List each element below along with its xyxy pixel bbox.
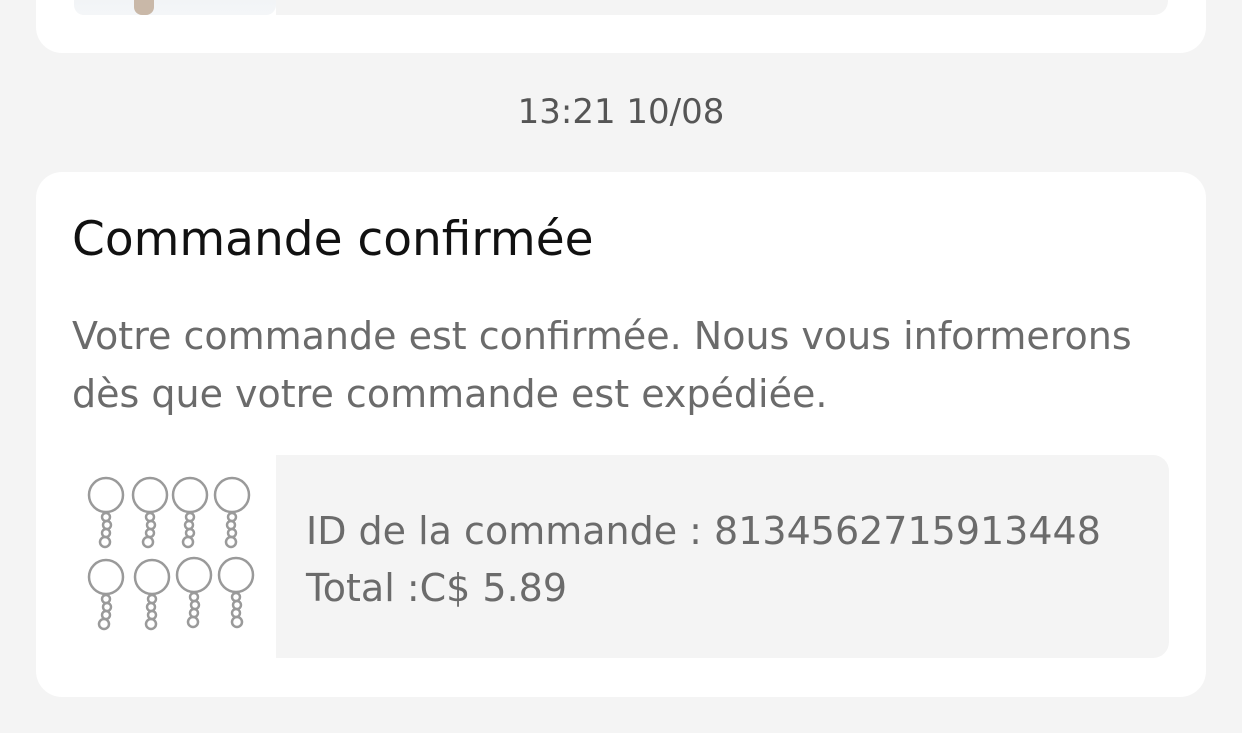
product-photo xyxy=(134,0,154,15)
keyring-icon xyxy=(87,558,125,631)
card-title: Commande confirmée xyxy=(72,212,594,267)
keyring-icon xyxy=(217,556,255,629)
card-message: Votre commande est confirmée. Nous vous … xyxy=(72,314,1132,416)
product-image[interactable] xyxy=(72,455,274,657)
keyring-set-icon xyxy=(87,476,255,631)
previous-order-info[interactable] xyxy=(276,0,1168,15)
keyring-icon xyxy=(213,476,251,549)
order-id: ID de la commande : 8134562715913448 xyxy=(306,509,1101,553)
keyring-icon xyxy=(131,476,169,549)
keyring-icon xyxy=(87,476,125,549)
message-feed: 13:21 10/08 Commande confirmée Votre com… xyxy=(0,0,1242,733)
previous-message-card[interactable] xyxy=(36,0,1206,53)
previous-product-image[interactable] xyxy=(74,0,276,15)
message-timestamp: 13:21 10/08 xyxy=(517,92,725,132)
keyring-icon xyxy=(171,476,209,549)
keyring-icon xyxy=(175,556,213,629)
order-total: Total :C$ 5.89 xyxy=(306,566,568,610)
order-info-panel[interactable]: ID de la commande : 8134562715913448 Tot… xyxy=(276,455,1169,658)
order-confirmed-card[interactable]: Commande confirmée Votre commande est co… xyxy=(36,172,1206,697)
keyring-icon xyxy=(133,558,171,631)
